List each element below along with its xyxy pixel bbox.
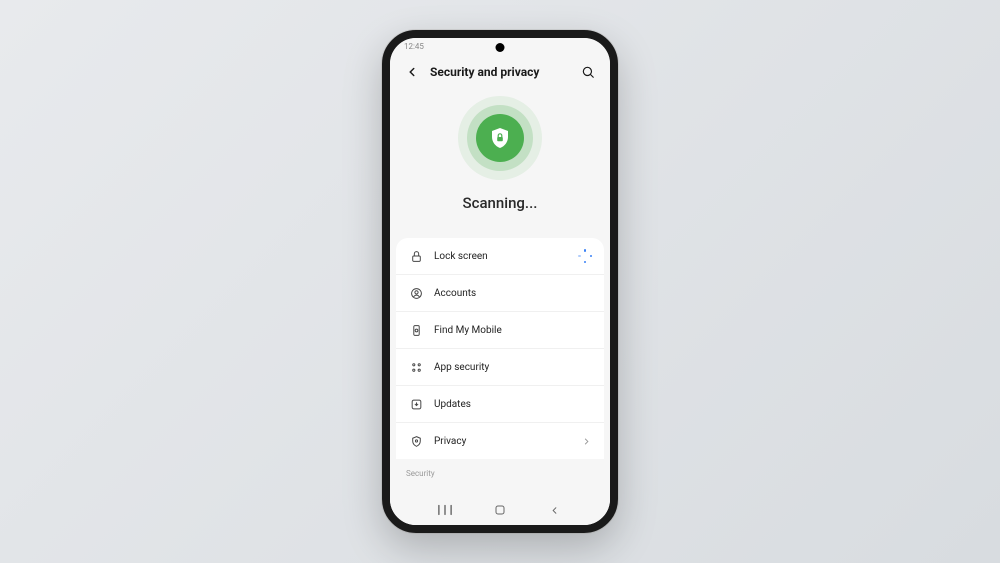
update-icon xyxy=(408,396,424,412)
row-privacy[interactable]: Privacy xyxy=(396,423,604,459)
lock-icon xyxy=(408,248,424,264)
recents-button[interactable] xyxy=(435,504,455,516)
status-hero: Scanning... xyxy=(390,90,610,230)
row-accounts[interactable]: Accounts xyxy=(396,275,604,312)
app-header: Security and privacy xyxy=(390,58,610,90)
search-icon xyxy=(581,65,595,79)
row-find-my-mobile[interactable]: Find My Mobile xyxy=(396,312,604,349)
settings-list: Lock screen Accounts Find My Mobile xyxy=(396,238,604,459)
clock: 12:45 xyxy=(404,42,424,51)
back-icon xyxy=(549,505,560,516)
back-button[interactable] xyxy=(402,62,422,82)
home-button[interactable] xyxy=(490,504,510,516)
chevron-left-icon xyxy=(405,65,419,79)
row-lock-screen[interactable]: Lock screen xyxy=(396,238,604,275)
row-label: Updates xyxy=(434,399,592,410)
row-label: Find My Mobile xyxy=(434,325,592,336)
privacy-icon xyxy=(408,433,424,449)
row-label: Privacy xyxy=(434,436,571,447)
locate-icon xyxy=(408,322,424,338)
recents-icon xyxy=(438,504,452,516)
system-nav-bar xyxy=(390,495,610,525)
row-label: Accounts xyxy=(434,288,592,299)
scan-status-text: Scanning... xyxy=(463,194,538,212)
row-label: Lock screen xyxy=(434,251,568,262)
row-label: App security xyxy=(434,362,592,373)
chevron-right-icon xyxy=(581,436,592,447)
page-title: Security and privacy xyxy=(430,65,570,79)
apps-icon xyxy=(408,359,424,375)
screen: 12:45 Security and privacy S xyxy=(390,38,610,525)
row-app-security[interactable]: App security xyxy=(396,349,604,386)
nav-back-button[interactable] xyxy=(545,505,565,516)
shield-lock-icon xyxy=(488,126,512,150)
row-updates[interactable]: Updates xyxy=(396,386,604,423)
account-icon xyxy=(408,285,424,301)
section-header-security: Security xyxy=(390,459,610,480)
shield-graphic xyxy=(458,96,542,180)
phone-frame: 12:45 Security and privacy S xyxy=(382,30,618,533)
front-camera xyxy=(496,43,505,52)
search-button[interactable] xyxy=(578,62,598,82)
home-icon xyxy=(494,504,506,516)
loading-indicator xyxy=(578,249,592,263)
